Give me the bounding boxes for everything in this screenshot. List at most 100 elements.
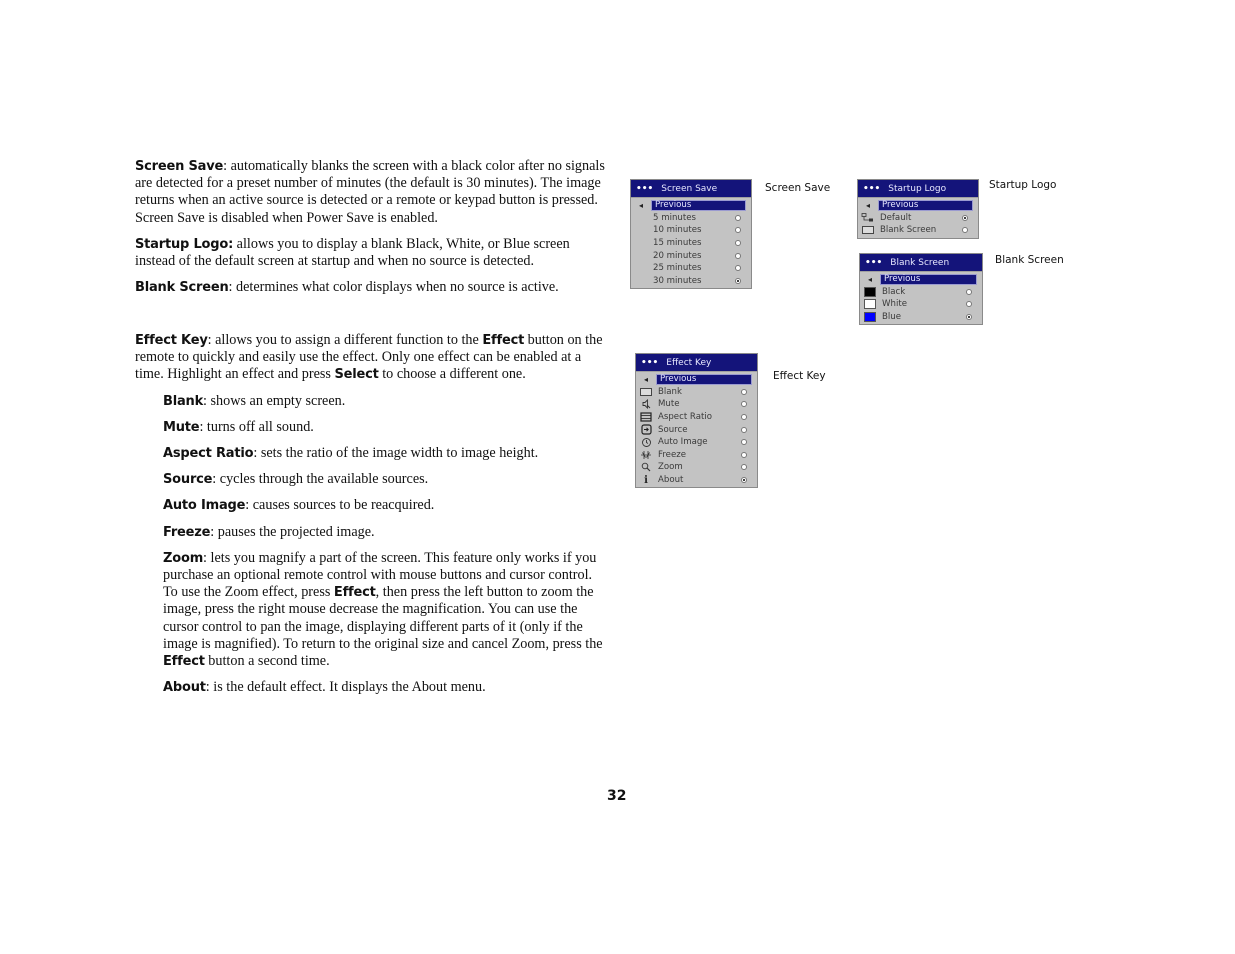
menu-item-30-minutes[interactable]: 30 minutes xyxy=(631,275,751,288)
radio-button-selected[interactable] xyxy=(966,314,972,321)
effect-key-section: Effect Key: allows you to assign a diffe… xyxy=(135,332,607,705)
menu-item-label: Blank xyxy=(658,386,682,397)
white-swatch-icon xyxy=(864,299,876,310)
radio-button-selected[interactable] xyxy=(735,277,741,284)
desc-source: : cycles through the available sources. xyxy=(212,471,429,488)
blank-screen-menu: ••• Blank Screen ◂ Previous Black White Bl… xyxy=(859,253,983,326)
menu-item-label: Default xyxy=(880,212,912,223)
menu-item-default[interactable]: Default xyxy=(858,212,978,225)
menu-item-label: Blue xyxy=(882,312,902,323)
menu-item-mute[interactable]: Mute xyxy=(636,398,757,411)
mute-icon xyxy=(636,399,656,410)
menu-title-bar: ••• Startup Logo xyxy=(858,180,978,198)
screen-save-paragraph: Screen Save: automatically blanks the sc… xyxy=(135,158,607,227)
desc-blank: : shows an empty screen. xyxy=(203,392,346,409)
menu-item-blank-screen[interactable]: Blank Screen xyxy=(858,224,978,237)
menu-item-previous[interactable]: ◂ Previous xyxy=(631,199,751,212)
menu-item-label: 10 minutes xyxy=(653,225,702,236)
menu-item-aspect-ratio[interactable]: Aspect Ratio xyxy=(636,411,757,424)
startup-logo-paragraph: Startup Logo: allows you to display a bl… xyxy=(135,236,607,270)
menu-item-source[interactable]: Source xyxy=(636,423,757,436)
menu-title: Screen Save xyxy=(661,183,718,194)
radio-button[interactable] xyxy=(735,214,741,221)
menu-item-blank[interactable]: Blank xyxy=(636,386,757,399)
menu-item-label: Aspect Ratio xyxy=(658,412,712,423)
menu-title: Startup Logo xyxy=(888,183,947,194)
menu-item-10-minutes[interactable]: 10 minutes xyxy=(631,224,751,237)
menu-item-5-minutes[interactable]: 5 minutes xyxy=(631,212,751,225)
effect-button-ref: Effect xyxy=(333,585,376,601)
menu-item-label: Previous xyxy=(656,373,752,385)
radio-button[interactable] xyxy=(735,265,741,272)
effect-item-zoom: Zoom: lets you magnify a part of the scr… xyxy=(163,550,607,670)
desc-mute: : turns off all sound. xyxy=(199,418,314,435)
term-auto-image: Auto Image xyxy=(163,498,246,514)
menu-dots-icon: ••• xyxy=(636,183,654,194)
startup-logo-caption: Startup Logo xyxy=(989,179,1057,191)
radio-button[interactable] xyxy=(741,388,747,395)
menu-item-previous[interactable]: ◂ Previous xyxy=(636,373,757,386)
back-arrow-icon: ◂ xyxy=(865,200,870,210)
effect-button-ref: Effect xyxy=(482,333,525,348)
radio-button[interactable] xyxy=(962,227,968,234)
display-settings-section: Screen Save: automatically blanks the sc… xyxy=(135,158,607,305)
freeze-icon xyxy=(636,450,656,460)
zoom-icon xyxy=(636,462,656,472)
menu-item-blue[interactable]: Blue xyxy=(860,311,982,324)
back-arrow-icon: ◂ xyxy=(643,374,648,384)
menu-item-auto-image[interactable]: Auto Image xyxy=(636,436,757,449)
radio-button[interactable] xyxy=(966,301,972,308)
menu-item-label: 20 minutes xyxy=(653,250,702,261)
menu-item-about[interactable]: i About xyxy=(636,474,757,487)
radio-button[interactable] xyxy=(741,414,747,421)
radio-button[interactable] xyxy=(966,288,972,295)
desc-freeze: : pauses the projected image. xyxy=(210,523,375,540)
radio-button-selected[interactable] xyxy=(741,477,747,484)
aspect-ratio-icon xyxy=(636,412,656,422)
effect-key-menu: ••• Effect Key ◂ Previous Blank Mute Aspec… xyxy=(635,353,758,489)
zoom-text-c: button a second time. xyxy=(204,653,330,670)
menu-item-zoom[interactable]: Zoom xyxy=(636,461,757,474)
effect-button-ref: Effect xyxy=(163,654,205,670)
term-effect-key: Effect Key xyxy=(135,333,208,348)
menu-item-label: White xyxy=(882,299,907,310)
blank-screen-caption: Blank Screen xyxy=(995,254,1064,266)
radio-button-selected[interactable] xyxy=(962,214,968,221)
menu-item-label: 5 minutes xyxy=(653,212,696,223)
menu-item-label: Black xyxy=(882,286,906,297)
menu-item-white[interactable]: White xyxy=(860,298,982,311)
blank-icon xyxy=(636,387,656,396)
menu-item-label: Source xyxy=(658,424,688,435)
menu-title-bar: ••• Screen Save xyxy=(631,180,751,198)
radio-button[interactable] xyxy=(741,426,747,433)
radio-button[interactable] xyxy=(741,401,747,408)
radio-button[interactable] xyxy=(735,240,741,247)
radio-button[interactable] xyxy=(735,252,741,259)
radio-button[interactable] xyxy=(741,464,747,471)
menu-item-25-minutes[interactable]: 25 minutes xyxy=(631,262,751,275)
menu-item-label: Mute xyxy=(658,399,680,410)
menu-title-bar: ••• Effect Key xyxy=(636,354,757,372)
desc-blank-screen: : determines what color displays when no… xyxy=(228,279,559,296)
effect-key-text-c: to choose a different one. xyxy=(378,366,526,383)
menu-item-15-minutes[interactable]: 15 minutes xyxy=(631,237,751,250)
term-zoom: Zoom xyxy=(163,550,204,566)
term-blank-screen: Blank Screen xyxy=(135,280,229,296)
menu-item-previous[interactable]: ◂ Previous xyxy=(860,273,982,286)
menu-item-black[interactable]: Black xyxy=(860,286,982,299)
menu-item-label: Blank Screen xyxy=(880,225,937,236)
effect-item-about: About: is the default effect. It display… xyxy=(163,679,607,696)
radio-button[interactable] xyxy=(735,227,741,234)
menu-dots-icon: ••• xyxy=(863,183,881,194)
menu-dots-icon: ••• xyxy=(865,257,883,268)
radio-button[interactable] xyxy=(741,451,747,458)
menu-item-freeze[interactable]: Freeze xyxy=(636,449,757,462)
menu-item-20-minutes[interactable]: 20 minutes xyxy=(631,249,751,262)
menu-item-previous[interactable]: ◂ Previous xyxy=(858,199,978,212)
radio-button[interactable] xyxy=(741,439,747,446)
select-button-ref: Select xyxy=(334,367,379,383)
term-startup-logo: Startup Logo: xyxy=(135,236,234,252)
menu-item-label: Auto Image xyxy=(658,437,708,448)
term-mute: Mute xyxy=(163,419,200,435)
back-arrow-icon: ◂ xyxy=(867,274,872,284)
